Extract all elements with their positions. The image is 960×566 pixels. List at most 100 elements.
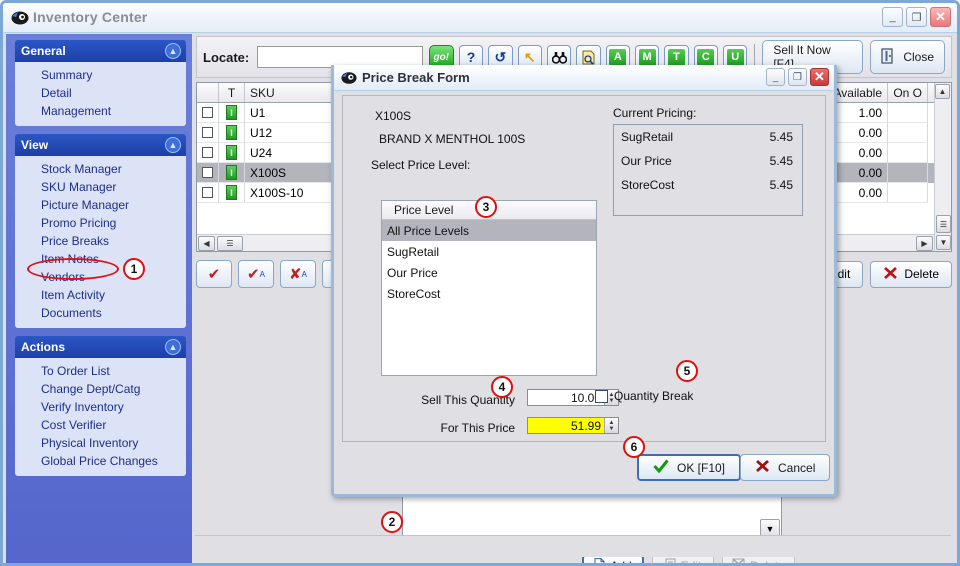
price-level-item-our-price[interactable]: Our Price	[382, 262, 596, 283]
dialog-titlebar: Price Break Form _ ❐ ✕	[334, 65, 834, 91]
scroll-right-button[interactable]: ▶	[916, 235, 933, 251]
exit-door-icon	[881, 47, 895, 67]
sidebar-item-change-dept-catg[interactable]: Change Dept/Catg	[15, 380, 186, 398]
price-level-item-sugretail[interactable]: SugRetail	[382, 241, 596, 262]
current-pricing-name: Our Price	[621, 154, 672, 168]
scroll-down-button[interactable]: ▼	[936, 235, 951, 250]
sidebar-panel-view-title: View	[21, 138, 49, 152]
sidebar-item-to-order-list[interactable]: To Order List	[15, 362, 186, 380]
sell-quantity-value[interactable]: 10.00	[528, 390, 604, 405]
item-grid-vertical-scrollbar[interactable]: ▲ ☰ ▼	[934, 83, 951, 251]
quantity-break-checkbox-group[interactable]: Quantity Break	[595, 389, 693, 403]
sidebar-item-stock-manager[interactable]: Stock Manager	[15, 160, 186, 178]
sidebar-panel-actions: Actions ▲ To Order List Change Dept/Catg…	[15, 336, 186, 476]
item-type-flag-icon: I	[226, 165, 237, 180]
sidebar-item-verify-inventory[interactable]: Verify Inventory	[15, 398, 186, 416]
dialog-close-button[interactable]: ✕	[810, 68, 829, 86]
sidebar-item-summary[interactable]: Summary	[15, 66, 186, 84]
sidebar-panel-general-header[interactable]: General ▲	[15, 40, 186, 62]
dialog-description: BRAND X MENTHOL 100S	[379, 132, 526, 146]
dialog-select-price-level-label: Select Price Level:	[371, 158, 471, 172]
row-checkbox[interactable]	[202, 127, 213, 138]
current-pricing-value: 5.45	[769, 130, 793, 144]
sidebar-panel-actions-header[interactable]: Actions ▲	[15, 336, 186, 358]
scroll-thumb-vertical[interactable]: ☰	[936, 215, 951, 233]
sidebar-item-physical-inventory[interactable]: Physical Inventory	[15, 434, 186, 452]
maximize-button[interactable]: ❐	[906, 7, 927, 27]
dialog-minimize-button[interactable]: _	[766, 68, 785, 86]
price-level-item-all[interactable]: All Price Levels	[382, 220, 596, 241]
sidebar-item-item-activity[interactable]: Item Activity	[15, 286, 186, 304]
sidebar-item-documents[interactable]: Documents	[15, 304, 186, 322]
chevron-up-icon[interactable]: ▲	[165, 339, 181, 355]
row-checkbox[interactable]	[202, 147, 213, 158]
window-titlebar: Inventory Center _ ❐ ✕	[3, 3, 957, 33]
row-on-order	[888, 123, 928, 143]
current-pricing-row: SugRetail 5.45	[614, 125, 802, 149]
check-all-icon[interactable]: ✔ A	[238, 260, 274, 288]
annotation-callout-5: 5	[676, 360, 698, 382]
price-level-item-storecost[interactable]: StoreCost	[382, 283, 596, 304]
price-breaks-delete-label: Delete	[750, 558, 785, 566]
price-stepper[interactable]: 51.99 ▲ ▼	[527, 417, 619, 434]
current-pricing-box: SugRetail 5.45 Our Price 5.45 StoreCost …	[613, 124, 803, 216]
price-level-listbox[interactable]: Price Level All Price Levels SugRetail O…	[381, 200, 597, 376]
app-logo-icon	[11, 9, 29, 27]
dialog-body: X100S BRAND X MENTHOL 100S Select Price …	[342, 95, 826, 442]
item-delete-button[interactable]: Delete	[870, 260, 952, 288]
row-on-order	[888, 183, 928, 203]
dialog-cancel-button[interactable]: Cancel	[740, 454, 831, 481]
check-icon[interactable]: ✔	[196, 260, 232, 288]
price-break-form-dialog: Price Break Form _ ❐ ✕ X100S BRAND X MEN…	[331, 65, 837, 497]
sidebar-item-global-price-changes[interactable]: Global Price Changes	[15, 452, 186, 470]
current-pricing-value: 5.45	[769, 178, 793, 192]
sidebar-item-picture-manager[interactable]: Picture Manager	[15, 196, 186, 214]
price-value[interactable]: 51.99	[528, 418, 604, 433]
sidebar-panel-actions-body: To Order List Change Dept/Catg Verify In…	[15, 358, 186, 476]
sidebar-item-detail[interactable]: Detail	[15, 84, 186, 102]
sidebar-panel-view-body: Stock Manager SKU Manager Picture Manage…	[15, 156, 186, 328]
sidebar-item-sku-manager[interactable]: SKU Manager	[15, 178, 186, 196]
close-button[interactable]: ✕	[930, 7, 951, 27]
row-checkbox[interactable]	[202, 187, 213, 198]
stepper-arrows-icon[interactable]: ▲ ▼	[604, 418, 618, 433]
sidebar-panel-view-header[interactable]: View ▲	[15, 134, 186, 156]
sidebar-item-vendors[interactable]: Vendors	[15, 268, 186, 286]
item-type-flag-icon: I	[226, 145, 237, 160]
sidebar-item-item-notes[interactable]: Item Notes	[15, 250, 186, 268]
scroll-up-button[interactable]: ▲	[935, 84, 950, 99]
sidebar-item-management[interactable]: Management	[15, 102, 186, 120]
price-breaks-edit-label: Edit	[680, 558, 702, 566]
uncheck-all-glyph: ✘	[289, 266, 302, 283]
sidebar-panel-general-title: General	[21, 44, 66, 58]
chevron-up-icon[interactable]: ▲	[165, 137, 181, 153]
annotation-callout-3: 3	[475, 196, 497, 218]
price-label: For This Price	[440, 421, 515, 435]
dialog-ok-button[interactable]: OK [F10]	[637, 454, 742, 481]
item-grid-col-onorder[interactable]: On O	[888, 83, 928, 102]
scroll-left-button[interactable]: ◀	[198, 235, 215, 251]
item-grid-col-t[interactable]: T	[219, 83, 245, 102]
red-x-icon	[883, 266, 898, 283]
minimize-button[interactable]: _	[882, 7, 903, 27]
uncheck-all-icon[interactable]: ✘ A	[280, 260, 316, 288]
window-controls: _ ❐ ✕	[882, 7, 951, 27]
sidebar-panel-actions-title: Actions	[21, 340, 66, 354]
letter-a-label: A	[609, 48, 627, 66]
annotation-callout-6: 6	[623, 436, 645, 458]
chevron-up-icon[interactable]: ▲	[165, 43, 181, 59]
quantity-break-checkbox[interactable]	[595, 389, 608, 403]
row-checkbox[interactable]	[202, 107, 213, 118]
current-pricing-row: Our Price 5.45	[614, 149, 802, 173]
locate-label: Locate:	[203, 49, 250, 65]
row-checkbox[interactable]	[202, 167, 213, 178]
sidebar-item-promo-pricing[interactable]: Promo Pricing	[15, 214, 186, 232]
current-pricing-value: 5.45	[769, 154, 793, 168]
delete-icon	[732, 558, 745, 563]
sidebar-item-price-breaks[interactable]: Price Breaks	[15, 232, 186, 250]
scroll-thumb[interactable]: ☰	[217, 235, 243, 251]
sidebar-item-cost-verifier[interactable]: Cost Verifier	[15, 416, 186, 434]
close-window-button[interactable]: Close	[870, 40, 946, 74]
dialog-maximize-button[interactable]: ❐	[788, 68, 807, 86]
status-bar	[195, 535, 951, 557]
